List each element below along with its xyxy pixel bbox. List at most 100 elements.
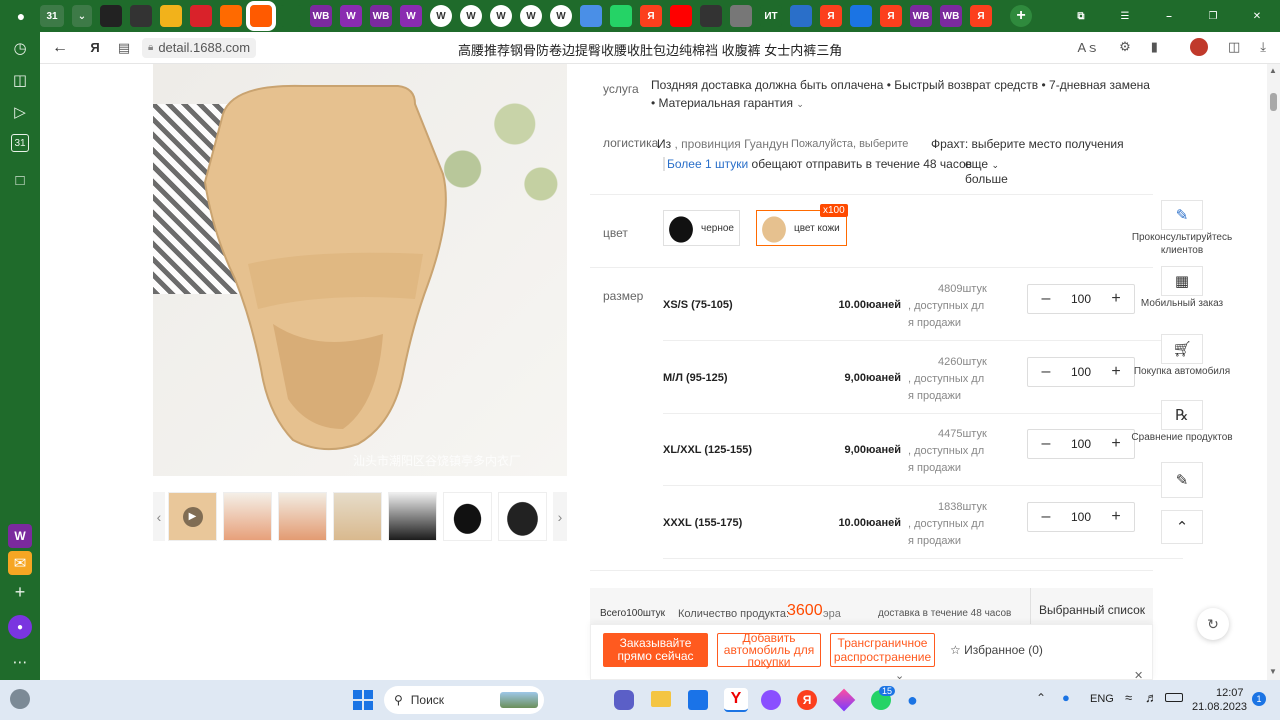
increment-button[interactable]: +	[1108, 435, 1124, 453]
it-tab-icon[interactable]: ИТ	[760, 5, 782, 27]
wb-tab-icon[interactable]: WB	[940, 5, 962, 27]
product-thumbnail[interactable]	[388, 492, 437, 541]
quantity-value[interactable]: 100	[1071, 292, 1091, 306]
mail-tab-icon[interactable]	[160, 5, 182, 27]
yandex-tab-icon[interactable]: Я	[640, 5, 662, 27]
decrement-button[interactable]: –	[1038, 290, 1054, 308]
more-button[interactable]: еще ⌄ больше	[965, 157, 1008, 186]
product-thumbnail[interactable]	[443, 492, 492, 541]
more-pieces-link[interactable]: Более 1 штуки	[667, 157, 748, 171]
more-icon[interactable]: ⋯	[8, 650, 32, 674]
alice-app-icon[interactable]	[761, 690, 781, 710]
scrollbar-thumb[interactable]	[1270, 93, 1277, 111]
page-scrollbar[interactable]: ▲ ▼	[1267, 64, 1280, 680]
scroll-up-arrow[interactable]: ▲	[1269, 66, 1277, 75]
decrement-button[interactable]: –	[1038, 435, 1054, 453]
increment-button[interactable]: +	[1108, 290, 1124, 308]
qr-code-tool[interactable]: ▦	[1161, 266, 1203, 296]
w-tab-icon[interactable]: W	[400, 5, 422, 27]
bookmark-icon[interactable]: ▮	[1151, 39, 1158, 55]
extension-icon[interactable]: ⚙	[1119, 39, 1131, 55]
product-thumbnail[interactable]	[278, 492, 327, 541]
1688-active-tab-icon[interactable]	[246, 1, 276, 31]
quantity-stepper[interactable]: – 100 +	[1027, 429, 1135, 459]
photo-tab-icon[interactable]	[790, 5, 812, 27]
chevron-down-icon[interactable]: ⌄	[895, 669, 904, 680]
meet-app-icon[interactable]	[614, 690, 634, 710]
service-text-2[interactable]: • Материальная гарантия ⌄	[651, 96, 804, 110]
wifi-icon[interactable]: ≈	[1125, 690, 1132, 705]
yandex-tab-icon[interactable]: Я	[970, 5, 992, 27]
decrement-button[interactable]: –	[1038, 363, 1054, 381]
wb-tab-icon[interactable]: WB	[370, 5, 392, 27]
increment-button[interactable]: +	[1108, 363, 1124, 381]
widgets-icon[interactable]	[10, 689, 30, 709]
image-tab-icon[interactable]	[730, 5, 752, 27]
restore-tabs-icon[interactable]: ⧉	[1070, 5, 1092, 27]
chrome-tab-icon[interactable]	[580, 5, 602, 27]
support-bubble[interactable]: ↻	[1197, 608, 1229, 640]
wb-tab-icon[interactable]: WB	[310, 5, 332, 27]
microphone-icon[interactable]: ●	[1062, 690, 1070, 705]
yandex-app-icon[interactable]: Я	[797, 690, 817, 710]
w-circle-tab-icon[interactable]: W	[550, 5, 572, 27]
play-video-icon[interactable]: ▶	[182, 506, 203, 527]
chat-tool[interactable]: ✎	[1161, 200, 1203, 230]
youtube-tab-icon[interactable]	[670, 5, 692, 27]
calendar-icon[interactable]: 31	[11, 134, 29, 152]
history-icon[interactable]: ◷	[8, 36, 32, 60]
alice-icon[interactable]: ●	[8, 615, 32, 639]
back-icon[interactable]: ←	[40, 39, 80, 57]
dark-tab-icon[interactable]	[100, 5, 122, 27]
volume-icon[interactable]: ♬	[1145, 690, 1158, 705]
increment-button[interactable]: +	[1108, 508, 1124, 526]
quantity-stepper[interactable]: – 100 +	[1027, 357, 1135, 387]
w-circle-tab-icon[interactable]: W	[460, 5, 482, 27]
language-indicator[interactable]: ENG	[1090, 693, 1114, 705]
avatar-ext-icon[interactable]	[1189, 37, 1208, 56]
new-tab-button[interactable]: +	[1010, 5, 1032, 27]
gem-app-icon[interactable]	[832, 688, 856, 712]
yandex-browser-app-icon[interactable]: Y	[724, 688, 748, 712]
product-thumbnail[interactable]	[223, 492, 272, 541]
infinity-tab-icon[interactable]	[130, 5, 152, 27]
yandex-tab-icon[interactable]: Я	[880, 5, 902, 27]
scroll-top-tool[interactable]: ⌃	[1161, 510, 1203, 544]
play-tab-icon[interactable]	[850, 5, 872, 27]
red-star-tab-icon[interactable]	[280, 5, 302, 27]
close-icon[interactable]: ✕	[1134, 669, 1143, 680]
thumb-next-button[interactable]: ›	[553, 492, 567, 541]
voice-app-icon[interactable]: ●	[907, 690, 927, 710]
store-app-icon[interactable]	[688, 690, 708, 710]
tabs-menu-chevron-icon[interactable]: ⌄	[72, 5, 92, 27]
w-circle-tab-icon[interactable]: W	[430, 5, 452, 27]
favorites-button[interactable]: ☆ Избранное (0)	[950, 643, 1043, 657]
menu-icon[interactable]: ☰	[1114, 5, 1136, 27]
red-circle-tab-icon[interactable]	[190, 5, 212, 27]
w-circle-tab-icon[interactable]: W	[490, 5, 512, 27]
maximize-icon[interactable]: ❐	[1202, 5, 1224, 27]
destination-select[interactable]: Пожалуйста, выберите ⌄	[791, 137, 939, 150]
quantity-value[interactable]: 100	[1071, 510, 1091, 524]
owl-tab-icon[interactable]	[700, 5, 722, 27]
w-tab-icon[interactable]: W	[340, 5, 362, 27]
bookmark-reader-icon[interactable]: ▤	[110, 40, 138, 56]
orange-tab-icon[interactable]	[220, 5, 242, 27]
notification-badge[interactable]: 1	[1252, 692, 1266, 706]
product-thumbnail[interactable]: ▶	[168, 492, 217, 541]
screenshot-icon[interactable]: □	[8, 168, 32, 192]
compare-tool[interactable]: ℞	[1161, 400, 1203, 430]
collections-icon[interactable]: ◫	[8, 68, 32, 92]
tab-counter-badge[interactable]: 31	[40, 5, 64, 27]
cart-tool[interactable]: 🛒︎	[1161, 334, 1203, 364]
profile-icon[interactable]: ●	[10, 5, 32, 27]
wb-tab-icon[interactable]: WB	[910, 5, 932, 27]
order-now-button[interactable]: Заказывайте прямо сейчас	[603, 633, 708, 667]
quantity-stepper[interactable]: – 100 +	[1027, 502, 1135, 532]
wb-app-icon[interactable]: W	[8, 524, 32, 548]
download-icon[interactable]: ⤓	[1260, 39, 1266, 55]
close-window-icon[interactable]: ✕	[1246, 5, 1268, 27]
thumb-prev-button[interactable]: ‹	[153, 492, 165, 541]
quantity-stepper[interactable]: – 100 +	[1027, 284, 1135, 314]
url-field[interactable]: 🔒︎ detail.1688.com	[142, 37, 257, 58]
